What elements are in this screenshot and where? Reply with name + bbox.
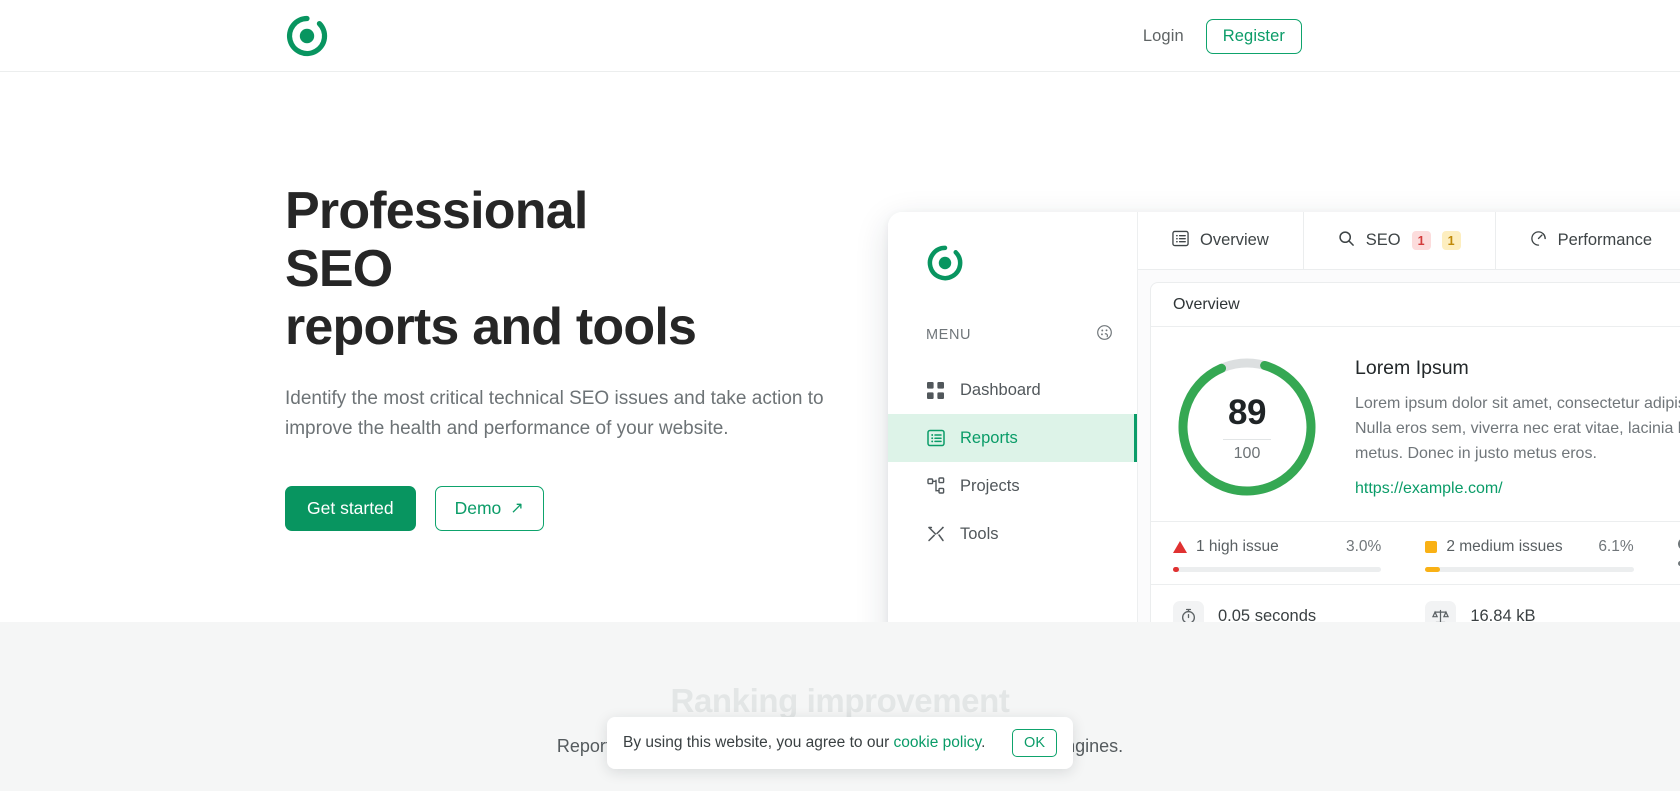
page-title: Professional SEO reports and tools <box>285 182 705 356</box>
score-divider <box>1223 439 1271 440</box>
arrow-up-right-icon: ↗ <box>510 499 524 517</box>
issue-progress-bar <box>1173 567 1382 572</box>
hero-subtitle: Identify the most critical technical SEO… <box>285 388 824 439</box>
issue-label: 2 medium issues <box>1446 538 1563 555</box>
menu-header: MENU <box>926 324 1113 346</box>
score-gauge: 89 100 <box>1173 353 1321 501</box>
panel-title: Overview <box>1151 283 1680 327</box>
target-ring-logo-icon[interactable] <box>285 14 329 58</box>
hero-actions: Get started Demo ↗ <box>285 486 875 531</box>
sidebar-item-dashboard[interactable]: Dashboard <box>888 366 1137 414</box>
issue-medium: 2 medium issues 6.1% <box>1403 538 1655 572</box>
mockup-tabs: Overview SEO 1 1 Performance <box>1138 212 1680 270</box>
list-table-icon <box>926 429 945 448</box>
hero-title-line-1: Professional SEO <box>285 182 588 298</box>
hero-copy: Professional SEO reports and tools Ident… <box>285 182 875 531</box>
cookie-text-before: By using this website, you agree to our <box>623 734 894 751</box>
tab-label: Performance <box>1557 231 1653 249</box>
score-value: 89 <box>1228 393 1266 432</box>
mockup-main: Overview SEO 1 1 Performance Overview 89… <box>1138 212 1680 690</box>
hero-title-line-2: reports and tools <box>285 298 697 356</box>
palette-icon[interactable] <box>1096 324 1113 346</box>
tab-overview[interactable]: Overview <box>1138 212 1304 269</box>
cookie-ok-button[interactable]: OK <box>1012 729 1057 757</box>
sidebar-item-tools[interactable]: Tools <box>888 510 1137 558</box>
issue-progress-fill <box>1425 567 1440 572</box>
score-total: 100 <box>1233 445 1261 462</box>
site-url-link[interactable]: https://example.com/ <box>1355 480 1503 498</box>
tab-label: Overview <box>1200 231 1269 249</box>
cookie-policy-link[interactable]: cookie policy <box>894 734 982 751</box>
issue-percent: 6.1% <box>1598 538 1634 555</box>
issue-progress-fill <box>1173 567 1180 572</box>
mockup-logo-icon[interactable] <box>926 244 964 282</box>
sidebar-item-label: Reports <box>960 428 1018 447</box>
site-summary: Lorem Ipsum Lorem ipsum dolor sit amet, … <box>1355 353 1680 501</box>
app-mockup: MENU Dashboard Reports Projects Tools Ov… <box>888 212 1680 690</box>
get-started-button[interactable]: Get started <box>285 486 416 531</box>
demo-button-label: Demo <box>454 498 502 518</box>
status-badge-medium: 1 <box>1441 231 1461 250</box>
tab-performance[interactable]: Performance <box>1496 212 1680 269</box>
site-description: Lorem ipsum dolor sit amet, consectetur … <box>1355 395 1680 462</box>
header-actions: Login Register <box>1143 0 1302 72</box>
issue-label: 1 high issue <box>1196 538 1279 555</box>
landing-page: Login Register Professional SEO reports … <box>0 0 1680 791</box>
site-title: Lorem Ipsum <box>1355 357 1469 379</box>
square-warning-icon <box>1425 541 1438 553</box>
issue-low <box>1656 538 1680 572</box>
sidebar-item-projects[interactable]: Projects <box>888 462 1137 510</box>
sidebar-item-label: Tools <box>960 524 999 543</box>
register-button[interactable]: Register <box>1205 18 1302 54</box>
sidebar-item-label: Projects <box>960 476 1020 495</box>
issues-row: 1 high issue 3.0% 2 medium issues 6.1% <box>1151 521 1680 584</box>
issue-progress-bar <box>1425 567 1634 572</box>
tab-seo[interactable]: SEO 1 1 <box>1304 212 1496 269</box>
issue-high: 1 high issue 3.0% <box>1151 538 1403 572</box>
sidebar-item-label: Dashboard <box>960 380 1041 399</box>
cookie-text-after: . <box>981 734 986 751</box>
hero-section: Professional SEO reports and tools Ident… <box>0 72 1680 690</box>
status-badge-high: 1 <box>1411 231 1431 250</box>
cookie-banner: By using this website, you agree to our … <box>607 717 1073 769</box>
overview-body: 89 100 Lorem Ipsum Lorem ipsum dolor sit… <box>1151 327 1680 521</box>
login-link[interactable]: Login <box>1143 27 1184 46</box>
gauge-icon <box>1530 230 1547 252</box>
grid-icon <box>926 381 945 400</box>
demo-button[interactable]: Demo ↗ <box>434 486 544 531</box>
site-header: Login Register <box>0 0 1680 72</box>
issue-percent: 3.0% <box>1345 538 1382 555</box>
tab-label: SEO <box>1365 231 1401 249</box>
sidebar-item-reports[interactable]: Reports <box>888 414 1137 462</box>
section-title: Ranking improvement <box>670 682 1010 719</box>
triangle-warning-icon <box>1173 541 1187 553</box>
cookie-message: By using this website, you agree to our … <box>623 734 985 752</box>
sidebar-nav: Dashboard Reports Projects Tools <box>888 366 1137 558</box>
list-table-icon <box>1172 230 1189 252</box>
mockup-sidebar: MENU Dashboard Reports Projects Tools <box>888 212 1138 690</box>
search-icon <box>1338 230 1355 252</box>
tools-icon <box>926 525 945 544</box>
sitemap-icon <box>926 477 945 496</box>
menu-label: MENU <box>926 327 972 343</box>
